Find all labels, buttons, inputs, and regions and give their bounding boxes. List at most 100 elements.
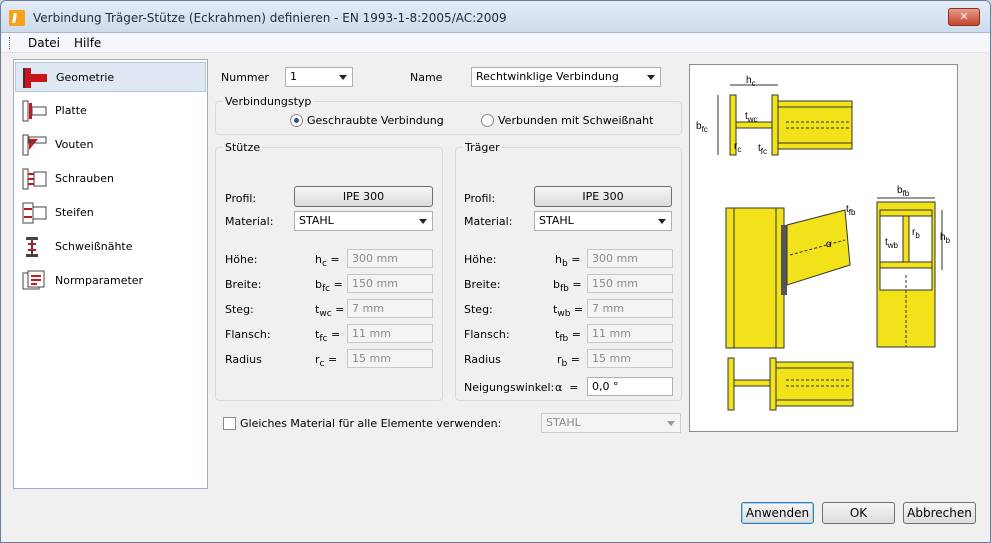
beam-flange-label: Flansch: xyxy=(464,328,510,341)
column-material-label: Material: xyxy=(225,215,274,228)
chevron-down-icon xyxy=(667,421,675,426)
radio-welded[interactable] xyxy=(481,114,494,127)
app-icon xyxy=(9,10,25,26)
number-select[interactable]: 1 xyxy=(285,67,353,87)
menu-bar: Datei Hilfe xyxy=(1,33,990,53)
sidebar-item-vouten[interactable]: Vouten xyxy=(15,130,206,160)
column-radius-field: 15 mm xyxy=(347,349,433,368)
sidebar-item-geometrie[interactable]: Geometrie xyxy=(15,62,206,92)
column-flange-field: 11 mm xyxy=(347,324,433,343)
symbol-text: α xyxy=(555,381,563,394)
column-flange-label: Flansch: xyxy=(225,328,271,341)
symbol-sub: b xyxy=(561,359,568,370)
column-profile-button[interactable]: IPE 300 xyxy=(294,186,433,207)
sidebar-item-schweissnaehte[interactable]: Schweißnähte xyxy=(15,232,206,262)
sidebar-item-steifen[interactable]: Steifen xyxy=(15,198,206,228)
connection-type-title: Verbindungstyp xyxy=(223,95,314,108)
same-material-select[interactable]: STAHL xyxy=(541,413,681,433)
column-group-title: Stütze xyxy=(223,141,263,154)
symbol-sub: wc xyxy=(319,309,332,320)
sidebar-item-platte[interactable]: Platte xyxy=(15,96,206,126)
symbol-sub: c xyxy=(319,359,325,370)
column-height-label: Höhe: xyxy=(225,253,258,266)
apply-button[interactable]: Anwenden xyxy=(741,502,814,524)
column-web-symbol: twc = xyxy=(315,303,345,320)
radio-bolted[interactable] xyxy=(290,114,303,127)
sidebar-item-label: Steifen xyxy=(55,206,94,219)
symbol-text: b xyxy=(553,278,560,291)
beam-height-symbol: hb = xyxy=(555,253,581,270)
dim-twc: twc xyxy=(745,111,758,124)
beam-width-field: 150 mm xyxy=(587,274,673,293)
name-value: Rechtwinklige Verbindung xyxy=(476,70,619,83)
name-select[interactable]: Rechtwinklige Verbindung xyxy=(471,67,661,87)
menu-file[interactable]: Datei xyxy=(28,36,60,50)
beam-height-field: 300 mm xyxy=(587,249,673,268)
column-height-field: 300 mm xyxy=(347,249,433,268)
menu-help[interactable]: Hilfe xyxy=(74,36,101,50)
ok-button[interactable]: OK xyxy=(822,502,895,524)
radio-welded-label: Verbunden mit Schweißnaht xyxy=(498,114,654,127)
beam-angle-symbol: α = xyxy=(555,381,579,394)
beam-profile-button[interactable]: IPE 300 xyxy=(534,186,672,207)
symbol-sub: fb xyxy=(559,284,569,295)
column-web-label: Steg: xyxy=(225,303,254,316)
beam-material-label: Material: xyxy=(464,215,513,228)
beam-radius-symbol: rb = xyxy=(557,353,580,370)
same-material-checkbox[interactable] xyxy=(223,417,236,430)
sidebar-item-label: Vouten xyxy=(55,138,94,151)
symbol-sub: b xyxy=(561,259,568,270)
beam-radius-field: 15 mm xyxy=(587,349,673,368)
symbol-sub: fc xyxy=(321,284,331,295)
column-elevation xyxy=(725,207,851,349)
column-web-field: 7 mm xyxy=(347,299,433,318)
dialog-window: Verbindung Träger-Stütze (Eckrahmen) def… xyxy=(0,0,991,543)
beam-web-label: Steg: xyxy=(464,303,493,316)
cancel-button[interactable]: Abbrechen xyxy=(903,502,976,524)
chevron-down-icon xyxy=(647,75,655,80)
window-title: Verbindung Träger-Stütze (Eckrahmen) def… xyxy=(33,11,507,25)
dim-hc: hc xyxy=(746,75,756,88)
sidebar-item-label: Geometrie xyxy=(56,71,115,84)
chevron-down-icon xyxy=(658,219,666,224)
dim-bfc: bfc xyxy=(696,121,708,134)
sidebar-item-normparameter[interactable]: Normparameter xyxy=(15,266,206,296)
sidebar-item-label: Platte xyxy=(55,104,87,117)
connection-diagram: hc bfc twc rc tfc α bfb tfb hb twb rb xyxy=(689,64,958,432)
close-button[interactable]: ✕ xyxy=(948,8,980,26)
column-height-symbol: hc = xyxy=(315,253,340,270)
beam-material-select[interactable]: STAHL xyxy=(534,211,672,231)
sidebar-item-schrauben[interactable]: Schrauben xyxy=(15,164,206,194)
haunch-icon xyxy=(22,134,47,156)
symbol-text: b xyxy=(315,278,322,291)
name-label: Name xyxy=(410,71,443,84)
beam-width-label: Breite: xyxy=(464,278,501,291)
symbol-sub: c xyxy=(321,259,327,270)
same-material-label: Gleiches Material für alle Elemente verw… xyxy=(240,417,502,430)
number-value: 1 xyxy=(290,70,297,83)
stiffener-icon xyxy=(22,202,47,224)
column-radius-label: Radius xyxy=(225,353,262,366)
symbol-sub: fb xyxy=(559,334,569,345)
dim-tfc: tfc xyxy=(758,143,767,156)
beam-height-label: Höhe: xyxy=(464,253,497,266)
column-material-select[interactable]: STAHL xyxy=(294,211,433,231)
dim-tfb: tfb xyxy=(846,204,856,217)
column-width-field: 150 mm xyxy=(347,274,433,293)
beam-radius-label: Radius xyxy=(464,353,501,366)
radio-bolted-label: Geschraubte Verbindung xyxy=(307,114,444,127)
beam-angle-input[interactable]: 0,0 ° xyxy=(587,377,673,396)
column-flange-symbol: tfc = xyxy=(315,328,341,345)
beam-flange-field: 11 mm xyxy=(587,324,673,343)
column-material-value: STAHL xyxy=(299,214,334,227)
column-width-symbol: bfc = xyxy=(315,278,343,295)
symbol-text: h xyxy=(555,253,562,266)
sidebar-item-label: Schrauben xyxy=(55,172,114,185)
weld-icon xyxy=(26,237,38,257)
chevron-down-icon xyxy=(339,75,347,80)
beam-web-symbol: twb = xyxy=(553,303,584,320)
beam-section xyxy=(876,197,943,348)
plate-icon xyxy=(22,100,47,122)
column-profile-label: Profil: xyxy=(225,192,257,205)
dim-bfb: bfb xyxy=(897,185,910,198)
